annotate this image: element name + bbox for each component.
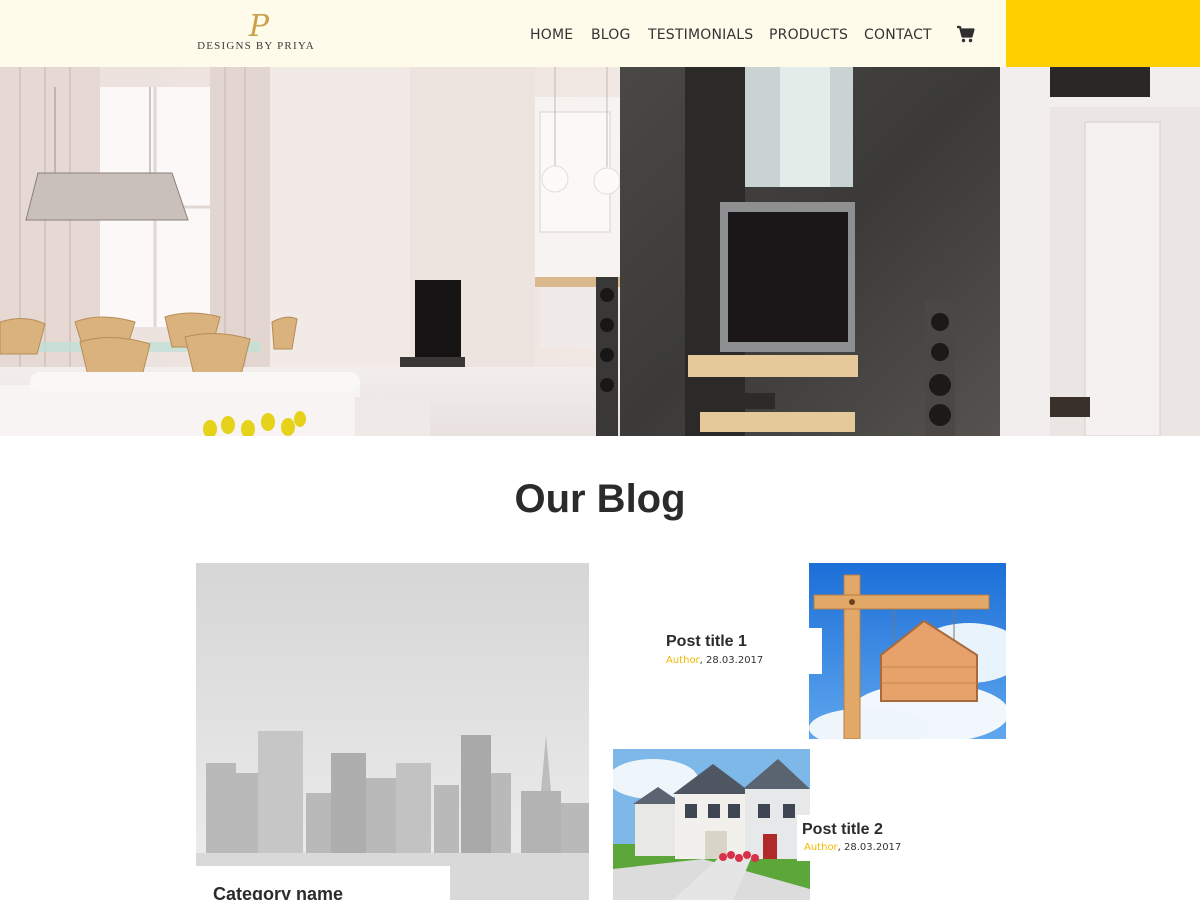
featured-category-name[interactable]: Category name — [213, 884, 343, 900]
featured-post-image — [196, 563, 589, 900]
post-1-author[interactable]: Author — [666, 655, 700, 666]
post-2-author[interactable]: Author — [804, 842, 838, 853]
nav-home[interactable]: HOME — [530, 26, 573, 44]
featured-post-card[interactable]: Category name — [196, 563, 589, 900]
hero-image — [0, 67, 1200, 436]
blog-section-title: Our Blog — [514, 477, 686, 521]
post-2-date: , 28.03.2017 — [837, 842, 902, 853]
post-1-meta: Author, 28.03.2017 — [666, 655, 763, 666]
shopping-cart-icon[interactable] — [956, 24, 976, 44]
nav-blog[interactable]: BLOG — [591, 26, 631, 44]
logo-text: DESIGNS BY PRIYA — [197, 40, 315, 52]
nav-testimonials[interactable]: TESTIMONIALS — [648, 26, 753, 44]
nav-contact[interactable]: CONTACT — [864, 26, 932, 44]
site-logo[interactable]: P DESIGNS BY PRIYA — [196, 12, 316, 58]
post-2-title[interactable]: Post title 2 — [802, 821, 883, 839]
post-1-title[interactable]: Post title 1 — [666, 633, 747, 651]
post-2-image[interactable] — [613, 749, 810, 900]
post-1-image-notch — [809, 628, 822, 674]
post-1-date: , 28.03.2017 — [699, 655, 764, 666]
post-2-meta: Author, 28.03.2017 — [804, 842, 901, 853]
nav-products[interactable]: PRODUCTS — [769, 26, 848, 44]
logo-monogram: P — [248, 9, 270, 44]
featured-category-label: Category name — [196, 866, 450, 900]
post-1-image[interactable] — [809, 563, 1006, 739]
header-accent-block — [1006, 0, 1200, 67]
